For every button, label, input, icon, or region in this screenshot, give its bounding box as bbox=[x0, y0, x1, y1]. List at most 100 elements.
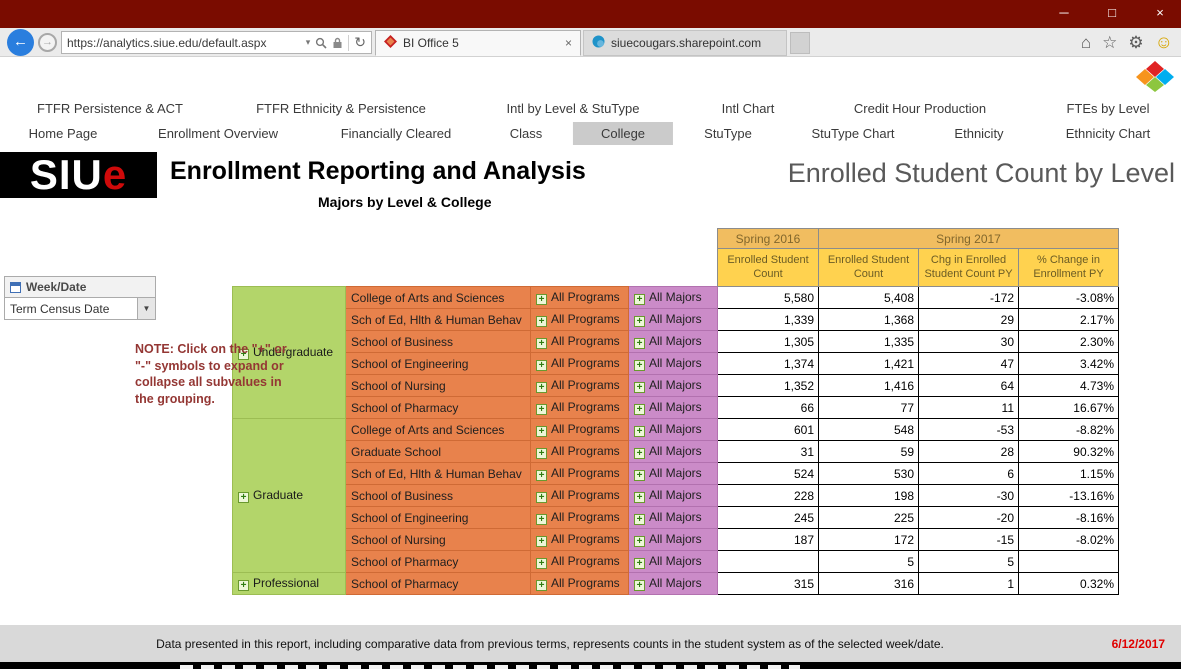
expand-icon[interactable]: + bbox=[536, 492, 547, 503]
college-cell[interactable]: School of Engineering bbox=[346, 353, 531, 375]
programs-cell[interactable]: +All Programs bbox=[531, 419, 629, 441]
address-bar[interactable]: https://analytics.siue.edu/default.aspx … bbox=[61, 31, 372, 54]
college-cell[interactable]: School of Pharmacy bbox=[346, 573, 531, 595]
browser-tab-sharepoint[interactable]: siuecougars.sharepoint.com bbox=[583, 30, 787, 56]
forward-button[interactable]: → bbox=[38, 33, 57, 52]
programs-cell[interactable]: +All Programs bbox=[531, 485, 629, 507]
programs-cell[interactable]: +All Programs bbox=[531, 441, 629, 463]
programs-cell[interactable]: +All Programs bbox=[531, 309, 629, 331]
expand-icon[interactable]: + bbox=[634, 492, 645, 503]
programs-cell[interactable]: +All Programs bbox=[531, 573, 629, 595]
college-cell[interactable]: School of Pharmacy bbox=[346, 551, 531, 573]
expand-icon[interactable]: + bbox=[634, 338, 645, 349]
close-button[interactable]: × bbox=[1151, 4, 1169, 22]
expand-icon[interactable]: + bbox=[536, 536, 547, 547]
week-date-dropdown[interactable]: Term Census Date ▼ bbox=[4, 298, 156, 320]
chevron-down-icon[interactable]: ▾ bbox=[306, 37, 311, 48]
majors-cell[interactable]: +All Majors bbox=[629, 441, 718, 463]
expand-icon[interactable]: + bbox=[536, 558, 547, 569]
minimize-button[interactable]: ─ bbox=[1055, 4, 1073, 22]
college-cell[interactable]: School of Business bbox=[346, 331, 531, 353]
majors-cell[interactable]: +All Majors bbox=[629, 529, 718, 551]
expand-icon[interactable]: + bbox=[634, 426, 645, 437]
college-cell[interactable]: School of Engineering bbox=[346, 507, 531, 529]
majors-cell[interactable]: +All Majors bbox=[629, 463, 718, 485]
expand-icon[interactable]: + bbox=[634, 360, 645, 371]
expand-icon[interactable]: + bbox=[536, 382, 547, 393]
nav-item-ftes-by-level[interactable]: FTEs by Level bbox=[1056, 97, 1159, 120]
nav-item-stutype-chart[interactable]: StuType Chart bbox=[801, 122, 904, 145]
majors-cell[interactable]: +All Majors bbox=[629, 309, 718, 331]
favorites-star-icon[interactable]: ☆ bbox=[1102, 33, 1117, 53]
expand-icon[interactable]: + bbox=[634, 316, 645, 327]
majors-cell[interactable]: +All Majors bbox=[629, 397, 718, 419]
college-cell[interactable]: Sch of Ed, Hlth & Human Behav bbox=[346, 463, 531, 485]
nav-item-class[interactable]: Class bbox=[500, 122, 553, 145]
expand-icon[interactable]: + bbox=[634, 470, 645, 481]
college-cell[interactable]: School of Pharmacy bbox=[346, 397, 531, 419]
home-icon[interactable]: ⌂ bbox=[1081, 33, 1091, 53]
nav-item-ftfr-ethnicity-persistence[interactable]: FTFR Ethnicity & Persistence bbox=[246, 97, 436, 120]
programs-cell[interactable]: +All Programs bbox=[531, 397, 629, 419]
expand-icon[interactable]: + bbox=[536, 404, 547, 415]
expand-icon[interactable]: + bbox=[536, 514, 547, 525]
expand-icon[interactable]: + bbox=[238, 492, 249, 503]
nav-item-ethnicity[interactable]: Ethnicity bbox=[944, 122, 1013, 145]
expand-icon[interactable]: + bbox=[634, 382, 645, 393]
nav-item-intl-chart[interactable]: Intl Chart bbox=[712, 97, 785, 120]
majors-cell[interactable]: +All Majors bbox=[629, 375, 718, 397]
expand-icon[interactable]: + bbox=[634, 580, 645, 591]
dropdown-arrow-icon[interactable]: ▼ bbox=[137, 298, 155, 319]
programs-cell[interactable]: +All Programs bbox=[531, 507, 629, 529]
majors-cell[interactable]: +All Majors bbox=[629, 507, 718, 529]
majors-cell[interactable]: +All Majors bbox=[629, 551, 718, 573]
nav-item-intl-by-level-stutype[interactable]: Intl by Level & StuType bbox=[497, 97, 650, 120]
expand-icon[interactable]: + bbox=[536, 316, 547, 327]
expand-icon[interactable]: + bbox=[536, 338, 547, 349]
majors-cell[interactable]: +All Majors bbox=[629, 419, 718, 441]
nav-item-financially-cleared[interactable]: Financially Cleared bbox=[331, 122, 462, 145]
expand-icon[interactable]: + bbox=[536, 448, 547, 459]
nav-item-credit-hour-production[interactable]: Credit Hour Production bbox=[844, 97, 996, 120]
expand-icon[interactable]: + bbox=[634, 558, 645, 569]
maximize-button[interactable]: □ bbox=[1103, 4, 1121, 22]
programs-cell[interactable]: +All Programs bbox=[531, 463, 629, 485]
expand-icon[interactable]: + bbox=[634, 514, 645, 525]
college-cell[interactable]: School of Nursing bbox=[346, 375, 531, 397]
expand-icon[interactable]: + bbox=[536, 294, 547, 305]
majors-cell[interactable]: +All Majors bbox=[629, 287, 718, 309]
expand-icon[interactable]: + bbox=[536, 426, 547, 437]
majors-cell[interactable]: +All Majors bbox=[629, 485, 718, 507]
gear-icon[interactable]: ⚙ bbox=[1128, 33, 1143, 53]
college-cell[interactable]: Graduate School bbox=[346, 441, 531, 463]
browser-tab-bi-office[interactable]: BI Office 5 × bbox=[375, 30, 581, 56]
nav-item-college[interactable]: College bbox=[573, 122, 673, 145]
college-cell[interactable]: School of Business bbox=[346, 485, 531, 507]
new-tab-button[interactable] bbox=[790, 32, 810, 54]
college-cell[interactable]: College of Arts and Sciences bbox=[346, 287, 531, 309]
programs-cell[interactable]: +All Programs bbox=[531, 529, 629, 551]
programs-cell[interactable]: +All Programs bbox=[531, 331, 629, 353]
nav-item-enrollment-overview[interactable]: Enrollment Overview bbox=[148, 122, 288, 145]
nav-item-stutype[interactable]: StuType bbox=[694, 122, 762, 145]
programs-cell[interactable]: +All Programs bbox=[531, 375, 629, 397]
nav-item-ethnicity-chart[interactable]: Ethnicity Chart bbox=[1056, 122, 1161, 145]
expand-icon[interactable]: + bbox=[634, 536, 645, 547]
programs-cell[interactable]: +All Programs bbox=[531, 287, 629, 309]
expand-icon[interactable]: + bbox=[634, 404, 645, 415]
college-cell[interactable]: School of Nursing bbox=[346, 529, 531, 551]
college-cell[interactable]: Sch of Ed, Hlth & Human Behav bbox=[346, 309, 531, 331]
tab-close-icon[interactable]: × bbox=[565, 36, 572, 50]
refresh-icon[interactable]: ↻ bbox=[354, 34, 366, 51]
expand-icon[interactable]: + bbox=[634, 294, 645, 305]
expand-icon[interactable]: + bbox=[238, 580, 249, 591]
expand-icon[interactable]: + bbox=[536, 360, 547, 371]
feedback-smiley-icon[interactable]: ☺ bbox=[1155, 32, 1173, 53]
majors-cell[interactable]: +All Majors bbox=[629, 573, 718, 595]
majors-cell[interactable]: +All Majors bbox=[629, 331, 718, 353]
expand-icon[interactable]: + bbox=[536, 580, 547, 591]
programs-cell[interactable]: +All Programs bbox=[531, 551, 629, 573]
nav-item-home-page[interactable]: Home Page bbox=[19, 122, 108, 145]
search-icon[interactable] bbox=[315, 37, 327, 49]
level-group-cell[interactable]: +Graduate bbox=[233, 419, 346, 573]
